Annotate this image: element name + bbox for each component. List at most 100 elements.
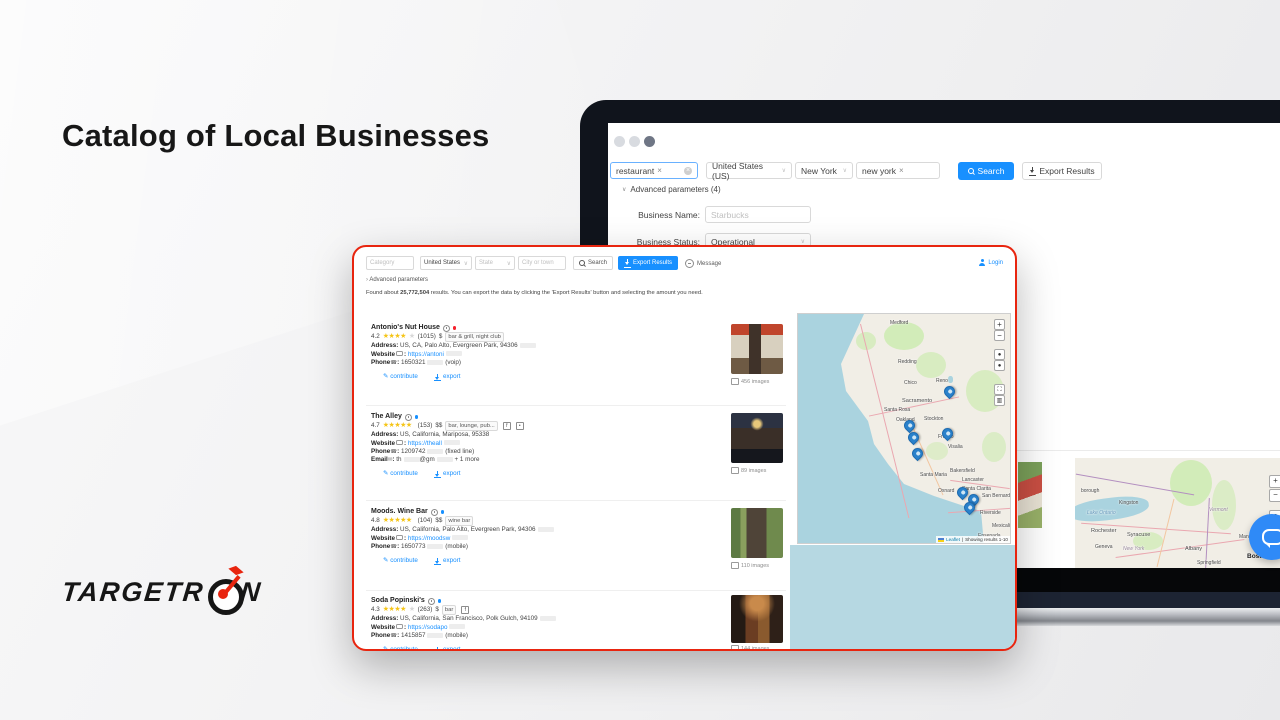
website-link[interactable]: https://antoni [408,351,444,358]
tag-remove-icon[interactable]: × [657,166,662,175]
forest-area [926,442,948,460]
business-photo[interactable] [731,413,783,463]
app-overlay-panel: Category United States ∨ State ∨ City or… [352,245,1017,651]
map-label: Visalia [948,444,963,450]
category-tag: bar, lounge, pub... [445,421,498,432]
contribute-link[interactable]: contribute [383,557,418,565]
chevron-down-icon: ∨ [781,168,786,174]
chevron-down-icon: ∨ [463,260,468,267]
star-icons-empty: ★ [408,606,415,614]
message-button[interactable]: Message [685,259,721,268]
delete-area-button[interactable]: ▥ [994,395,1005,406]
draw-area-button[interactable]: ⛶ [994,384,1005,395]
contribute-link[interactable]: contribute [383,470,418,478]
more-emails-link[interactable]: + 1 more [454,456,479,463]
search-icon [578,259,586,267]
state-select[interactable]: State ∨ [475,256,515,270]
status-dot [452,326,457,330]
category-input[interactable]: Category [366,256,414,270]
review-count: (153) [417,422,433,430]
export-results-button[interactable]: Export Results [1022,162,1102,180]
map-label: Lancaster [962,477,984,483]
advanced-parameters-toggle[interactable]: › Advanced parameters [366,277,428,283]
zoom-in-button[interactable]: + [1269,475,1280,488]
search-button[interactable]: Search [958,162,1014,180]
download-icon [433,373,441,381]
redacted-text [452,535,469,541]
hours-icon [404,413,412,421]
locate-button[interactable]: ● [994,349,1005,360]
facebook-icon[interactable] [461,606,470,615]
city-input[interactable]: new york × [856,162,940,179]
export-link[interactable]: export [433,557,460,565]
ukraine-flag-icon [938,537,945,542]
website-link[interactable]: https://sodapo [408,624,448,631]
rating-value: 4.7 [371,422,380,430]
image-icon [731,378,739,385]
leaflet-link[interactable]: Leaflet [946,537,960,542]
map-label: Santa Maria [920,472,947,478]
facebook-icon[interactable] [502,422,511,431]
search-button[interactable]: Search [573,256,613,270]
redacted-text [539,616,556,622]
zoom-in-button[interactable]: + [994,319,1005,330]
business-photo[interactable] [731,324,783,374]
instagram-icon[interactable] [515,422,524,431]
map-label: Syracuse [1127,532,1151,538]
divider [366,590,786,591]
image-count: 144 images [731,645,769,649]
business-name[interactable]: The Alley [371,413,402,421]
city-input[interactable]: City or town [518,256,566,270]
business-name[interactable]: Antonio's Nut House [371,324,440,332]
arrow-fletching [227,565,244,576]
zoom-out-button[interactable]: − [994,330,1005,341]
login-button[interactable]: Login [979,259,1003,266]
results-count: 25,772,504 [400,290,430,296]
redacted-text [427,448,444,454]
business-photo[interactable] [1018,462,1042,528]
website-link[interactable]: https://moodsw [408,535,450,542]
export-results-button[interactable]: Export Results [618,256,678,270]
website-link[interactable]: https://theall [408,440,442,447]
map-label: Albany [1185,546,1203,552]
map-label: Riverside [980,510,1001,516]
zoom-out-button[interactable]: − [1269,489,1280,502]
brand-logo: TARGETR N [60,565,264,615]
redacted-text [427,359,444,365]
business-name-input[interactable]: Starbucks [705,206,811,223]
business-photo[interactable] [731,595,783,643]
contribute-link[interactable]: contribute [383,373,418,381]
hours-icon [427,597,435,605]
fit-bounds-button[interactable]: ● [994,360,1005,371]
map-attribution: Leaflet | Showing results 1-10 [936,536,1010,543]
tag-remove-icon[interactable]: × [899,166,904,175]
export-link[interactable]: export [434,646,460,649]
map-label: Geneva [1095,544,1113,550]
redacted-text [445,351,462,357]
redacted-text [427,543,444,549]
divider [1017,450,1280,451]
export-link[interactable]: export [433,470,460,478]
pencil-icon [383,557,388,565]
map-label: Rochester [1091,528,1117,534]
business-name[interactable]: Moods. Wine Bar [371,508,428,516]
contribute-link[interactable]: contribute [383,646,418,649]
country-select[interactable]: United States (US) ∨ [706,161,792,181]
business-name-label: Business Name: [638,210,700,220]
california-map[interactable]: Medford Redding Chico Reno Sacramento Sa… [797,313,1011,544]
country-select[interactable]: United States ∨ [420,256,472,270]
state-select[interactable]: New York ∨ [795,162,853,179]
image-count: 110 images [731,562,769,569]
redacted-text [449,624,466,630]
business-name[interactable]: Soda Popinski's [371,597,425,605]
business-photo[interactable] [731,508,783,558]
category-input[interactable]: restaurant × [610,162,698,179]
map-label: Lake Ontario [1087,510,1116,516]
export-link[interactable]: export [433,373,460,381]
redacted-text [537,527,554,533]
price-level: $ [435,606,439,614]
listing-row: Soda Popinski's 4.3 ★★★★ ★ (263) $ bar A… [371,597,731,649]
advanced-parameters-toggle[interactable]: ∨ Advanced parameters (4) [622,185,721,194]
clear-icon[interactable] [684,166,692,175]
ny-map[interactable]: borough Kingston Lake Ontario Rochester … [1075,458,1280,568]
